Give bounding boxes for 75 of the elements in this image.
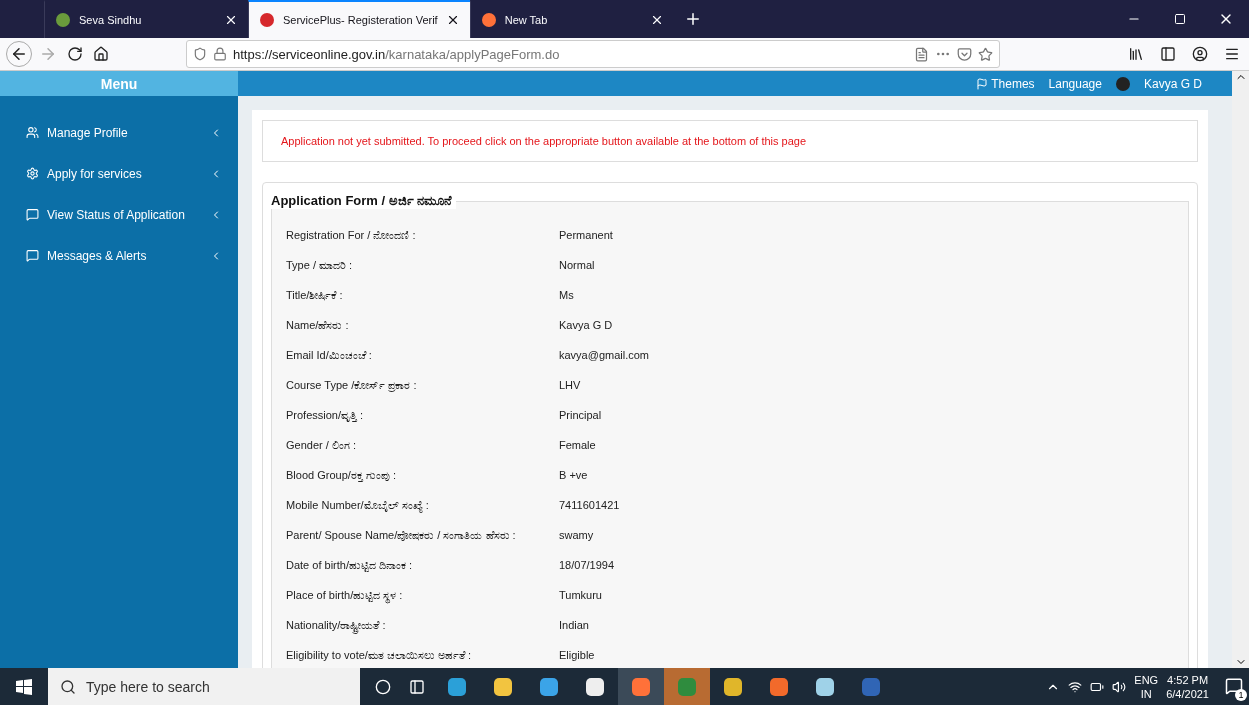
reader-view-icon[interactable] <box>914 46 929 62</box>
field-label: Place of birth/ಹುಟ್ಟಿದ ಸ್ಥಳ : <box>286 588 559 602</box>
address-bar[interactable]: https://serviceonline.gov.in/karnataka/applyPageForm.do <box>186 40 1000 68</box>
menu-icon <box>1224 46 1240 62</box>
field-value: kavya@gmail.com <box>559 349 651 361</box>
field-value: swamy <box>559 529 595 541</box>
user-avatar <box>1115 76 1130 91</box>
users-icon <box>26 126 39 139</box>
field-label: Parent/ Spouse Name/ಪೋಷಕರು / ಸಂಗಾತಿಯ ಹೆಸರು : <box>286 528 517 542</box>
maximize-icon <box>1174 13 1186 25</box>
volume-icon[interactable] <box>1112 679 1127 694</box>
sidebar-item[interactable]: View Status of Application <box>0 194 238 235</box>
shield-icon <box>193 47 207 61</box>
reload-icon <box>67 46 83 62</box>
field-label: Nationality/ರಾಷ್ಟ್ರೀಯತೆ : <box>286 618 559 632</box>
sidebar-icon <box>1160 46 1176 62</box>
header-link[interactable]: Themes <box>976 76 1035 91</box>
wifi-icon[interactable] <box>1068 679 1083 694</box>
field-label: Gender / ಲಿಂಗ : <box>286 438 357 452</box>
field-label: Title/ಶೀರ್ಷಿಕೆ : <box>286 288 344 302</box>
taskbar-search[interactable]: Type here to search <box>48 668 360 705</box>
circle-icon <box>375 678 391 695</box>
field-label: Eligibility to vote/ಮತ ಚಲಾಯಿಸಲು ಅರ್ಹತೆ : <box>286 648 473 662</box>
chat-icon <box>26 249 39 262</box>
field-label: Email Id/ಮಿಂಚಂಚೆ : <box>286 348 373 362</box>
account-icon <box>1192 46 1208 62</box>
library-icon <box>1128 46 1144 62</box>
search-icon <box>60 678 76 695</box>
field-value: Permanent <box>559 229 614 241</box>
field-label: Blood Group/ರಕ್ತ ಗುಂಪು : <box>286 468 397 482</box>
menu-heading: Menu <box>0 71 238 96</box>
gears-icon <box>26 167 39 180</box>
sidebar-item[interactable]: Apply for services <box>0 153 238 194</box>
field-label: Registration For / ನೋಂದಣಿ : <box>286 228 417 242</box>
field-value: 7411601421 <box>559 499 621 511</box>
windows-logo-icon <box>16 678 32 695</box>
field-value: Kavya G D <box>559 319 614 331</box>
field-label: Type / ಮಾದರಿ : <box>286 258 354 272</box>
field-label: Name/ಹೆಸರು : <box>286 318 350 332</box>
field-value: B +ve <box>559 469 589 481</box>
clock[interactable]: 4:52 PM 6/4/2021 <box>1166 672 1209 701</box>
field-value: Principal <box>559 409 603 421</box>
field-value: Tumkuru <box>559 589 603 601</box>
field-value: Ms <box>559 289 575 301</box>
task-view-icon <box>409 678 425 695</box>
user-menu[interactable]: Kavya G D <box>1143 76 1202 91</box>
close-icon[interactable] <box>224 13 238 27</box>
alert-message: Application not yet submitted. To proceed click on the appropriate button available at the bottom of this page <box>262 120 1198 162</box>
flag-icon <box>976 77 989 90</box>
sidebar-item[interactable]: Manage Profile <box>0 112 238 153</box>
notification-count: 1 <box>1235 688 1247 701</box>
lock-icon <box>213 47 227 61</box>
header-link[interactable]: Language <box>1048 76 1102 91</box>
site-favicon-icon <box>480 12 497 28</box>
language-indicator[interactable]: ENG IN <box>1134 672 1159 701</box>
field-value: Female <box>559 439 597 451</box>
site-favicon-icon <box>259 12 275 28</box>
browser-tab[interactable]: ServicePlus- Registeration Verif <box>248 0 470 38</box>
site-favicon-icon <box>55 12 71 28</box>
field-label: Date of birth/ಹುಟ್ಟಿದ ದಿನಾಂಕ : <box>286 558 414 572</box>
home-icon <box>93 46 109 62</box>
chat-icon <box>26 208 39 221</box>
sidebar-item[interactable]: Messages & Alerts <box>0 235 238 276</box>
forward-arrow-icon <box>39 45 57 63</box>
bookmark-star-icon[interactable] <box>978 46 993 62</box>
field-value: Indian <box>559 619 590 631</box>
field-label: Mobile Number/ಮೊಬೈಲ್ ಸಂಖ್ಯೆ : <box>286 498 430 512</box>
form-title: Application Form / ಅರ್ಜಿ ನಮೂನೆ <box>271 193 457 209</box>
field-value: 18/07/1994 <box>559 559 616 571</box>
pocket-icon[interactable] <box>957 46 972 62</box>
field-value: Normal <box>559 259 596 271</box>
field-value: LHV <box>559 379 582 391</box>
field-value: Eligible <box>559 649 596 661</box>
field-label: Course Type /ಕೋರ್ಸ್ ಪ್ರಕಾರ : <box>286 378 418 392</box>
field-label: Profession/ವೃತ್ತಿ : <box>286 408 365 422</box>
